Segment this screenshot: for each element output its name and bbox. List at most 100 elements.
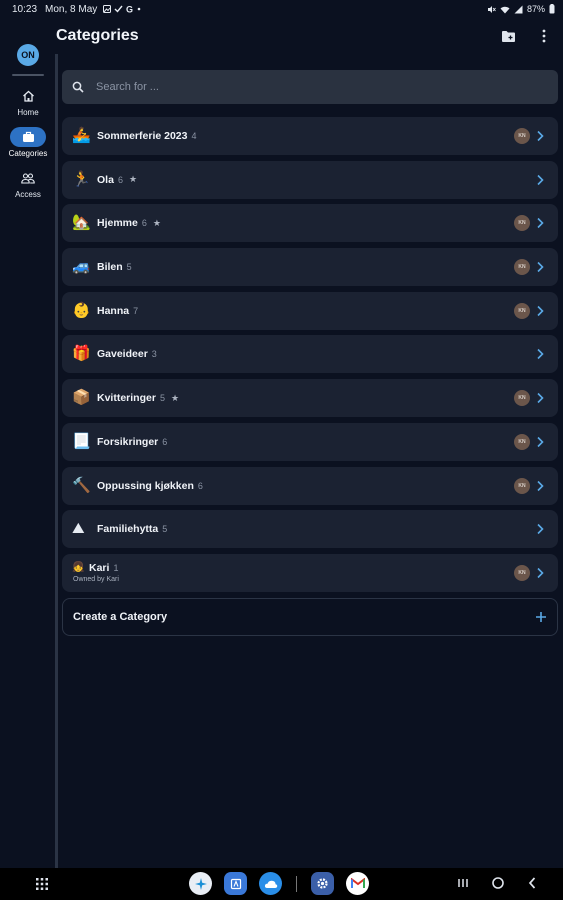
category-count: 6 (141, 218, 147, 229)
battery-percent: 87% (526, 4, 545, 14)
category-name: Hjemme (97, 217, 138, 230)
mountain-emoji-icon: ⛰ (72, 520, 85, 538)
category-name: Kvitteringer (97, 392, 156, 405)
chevron-right-icon (537, 393, 544, 404)
apps-grid-icon[interactable] (35, 877, 49, 891)
avatar[interactable]: ON (17, 44, 39, 66)
telenor-app-icon[interactable] (189, 872, 212, 895)
chevron-right-icon (537, 567, 544, 578)
star-icon: ★ (128, 174, 138, 185)
category-name: Hanna (97, 304, 130, 317)
chevron-right-icon (537, 480, 544, 491)
house-emoji-icon: 🏡 (72, 214, 91, 232)
gmail-app-icon[interactable] (346, 872, 369, 895)
create-category-button[interactable]: Create a Category (62, 597, 558, 636)
category-row-kvitteringer[interactable]: 📦 Kvitteringer 5 ★ KN (62, 379, 558, 418)
category-name: Familiehytta (97, 523, 159, 536)
app-header: Categories (56, 18, 563, 54)
category-row-hanna[interactable]: 👶 Hanna 7 KN (62, 291, 558, 330)
category-count: 5 (162, 524, 168, 535)
category-name: Forsikringer (97, 435, 159, 448)
back-icon[interactable] (527, 876, 537, 890)
category-row-sommerferie[interactable]: 🚣 Sommerferie 2023 4 KN (62, 117, 558, 155)
people-icon (21, 172, 35, 184)
chevron-right-icon (537, 305, 544, 316)
files-app-icon[interactable] (224, 872, 247, 895)
search-bar[interactable] (62, 70, 558, 104)
home-icon (22, 90, 34, 102)
category-list: 🚣 Sommerferie 2023 4 KN 🏃 Ola 6 ★ 🏡 Hjem… (62, 117, 558, 636)
more-vert-icon[interactable] (535, 27, 553, 45)
runner-emoji-icon: 🏃 (72, 170, 91, 188)
wifi-icon (500, 6, 510, 13)
boat-emoji-icon: 🚣 (72, 127, 91, 144)
category-count: 1 (113, 563, 119, 574)
category-count: 5 (126, 262, 132, 273)
chevron-right-icon (537, 174, 544, 185)
owner-avatar-badge: KN (514, 477, 530, 494)
category-name: Kari (89, 562, 110, 575)
category-name: Ola (97, 173, 114, 186)
nav-rail: ON Home Categories Access (0, 36, 56, 868)
category-name: Sommerferie 2023 (97, 130, 188, 142)
girl-emoji-icon: 👧 (72, 562, 85, 574)
system-nav (457, 876, 537, 890)
category-row-bilen[interactable]: 🚙 Bilen 5 KN (62, 248, 558, 287)
owner-avatar-badge: KN (514, 564, 530, 581)
search-input[interactable] (96, 81, 516, 93)
category-row-ola[interactable]: 🏃 Ola 6 ★ (62, 160, 558, 199)
category-row-forsikringer[interactable]: 📃 Forsikringer 6 KN (62, 422, 558, 461)
chevron-right-icon (537, 436, 544, 447)
chevron-right-icon (537, 130, 544, 142)
nav-item-home[interactable]: Home (0, 86, 56, 117)
category-row-oppussing[interactable]: 🔨 Oppussing kjøkken 6 KN (62, 466, 558, 505)
owner-avatar-badge: KN (514, 302, 530, 319)
nav-item-categories[interactable]: Categories (0, 127, 56, 158)
category-name: Gaveideer (97, 348, 148, 361)
category-name: Oppussing kjøkken (97, 479, 194, 492)
content: 🚣 Sommerferie 2023 4 KN 🏃 Ola 6 ★ 🏡 Hjem… (62, 70, 558, 636)
gallery-icon (103, 5, 112, 13)
category-count: 5 (159, 393, 165, 404)
mute-icon (487, 5, 496, 13)
settings-app-icon[interactable] (311, 872, 334, 895)
star-icon: ★ (152, 217, 161, 228)
car-emoji-icon: 🚙 (72, 258, 91, 276)
status-bar: 10:23 Mon, 8 May G 87% (0, 0, 563, 18)
home-circle-icon[interactable] (491, 876, 505, 890)
folder-icon[interactable] (499, 27, 517, 45)
google-icon: G (126, 5, 133, 13)
page-title: Categories (56, 27, 139, 44)
chevron-right-icon (537, 349, 544, 360)
nav-label-categories: Categories (8, 149, 48, 158)
category-row-kari[interactable]: 👧 Kari 1 Owned by Kari KN (62, 553, 558, 592)
check-icon (114, 5, 123, 13)
plus-icon (536, 611, 546, 622)
category-count: 6 (197, 480, 203, 491)
owner-avatar-badge: KN (514, 433, 530, 450)
category-row-familiehytta[interactable]: ⛰ Familiehytta 5 (62, 510, 558, 549)
dock-separator (296, 875, 297, 892)
recents-icon[interactable] (457, 877, 469, 889)
baby-emoji-icon: 👶 (72, 301, 91, 319)
chevron-right-icon (537, 261, 544, 273)
category-count: 6 (117, 174, 123, 185)
dot-icon (137, 7, 141, 11)
category-count: 7 (133, 305, 139, 316)
category-count: 4 (191, 131, 197, 141)
svg-text:G: G (126, 5, 133, 13)
category-row-gaveideer[interactable]: 🎁 Gaveideer 3 (62, 335, 558, 374)
battery-icon (549, 4, 555, 14)
chevron-right-icon (537, 524, 544, 535)
category-row-hjemme[interactable]: 🏡 Hjemme 6 ★ KN (62, 204, 558, 243)
taskbar (0, 868, 563, 900)
owner-avatar-badge: KN (514, 215, 530, 232)
owner-subtitle: Owned by Kari (73, 576, 119, 584)
nav-item-access[interactable]: Access (0, 168, 56, 199)
status-date: Mon, 8 May (45, 3, 98, 15)
search-icon (72, 81, 84, 93)
owner-avatar-badge: KN (514, 259, 530, 276)
rail-divider (12, 74, 44, 76)
category-name: Bilen (97, 261, 123, 274)
weather-app-icon[interactable] (259, 872, 282, 895)
